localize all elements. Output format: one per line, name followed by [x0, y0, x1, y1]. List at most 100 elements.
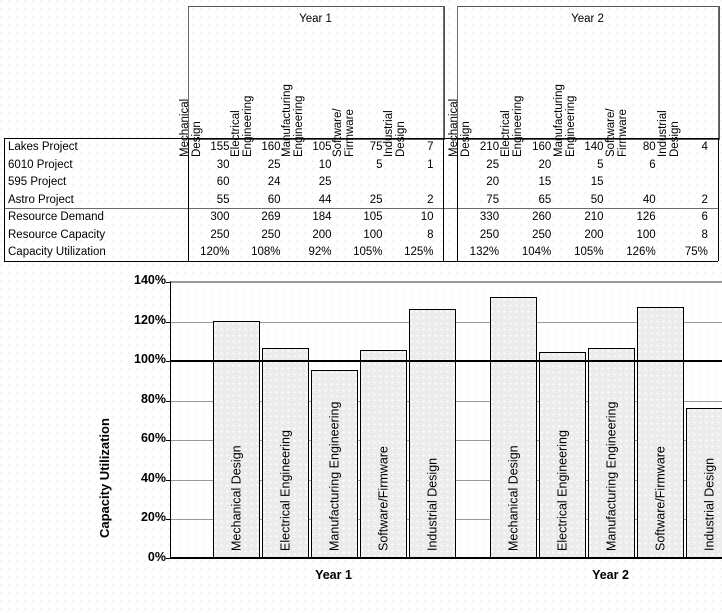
- row-label-project_rows-0: Lakes Project: [8, 141, 78, 153]
- cell-project_rows-2-y2-1: 15: [538, 176, 552, 188]
- cell-project_rows-3-y1-4: 2: [427, 193, 434, 206]
- table-top-border: [4, 138, 718, 139]
- column-group-title-1: Year 1: [299, 13, 332, 25]
- chart-bar-label-5: Industrial Design: [425, 457, 439, 551]
- cell-summary_rows-2-y2-3: 126%: [626, 246, 656, 258]
- row-label-summary_rows-2: Capacity Utilization: [8, 246, 106, 258]
- chart-reference-line-100: [171, 360, 722, 363]
- chart-ytick-mark-40: [166, 479, 171, 481]
- cell-project_rows-1-y1-2: 10: [318, 158, 332, 171]
- chart-bar-label-4: Software/Firmware: [376, 446, 390, 551]
- chart-ytick-mark-120: [166, 321, 171, 323]
- row-label-project_rows-3: Astro Project: [8, 193, 74, 206]
- cell-project_rows-1-y2-1: 20: [538, 158, 552, 171]
- cell-summary_rows-1-y2-0: 250: [479, 228, 500, 241]
- chart-ytick-mark-140: [166, 282, 171, 283]
- cell-project_rows-0-y1-3: 75: [369, 141, 383, 153]
- cell-project_rows-0-y2-3: 80: [642, 141, 656, 153]
- chart-bar-9[interactable]: Software/Firmware: [637, 306, 684, 558]
- cell-summary_rows-2-y2-4: 75%: [684, 246, 708, 258]
- cell-project_rows-0-y1-0: 155: [210, 141, 230, 153]
- resource-capacity-table: Year 1 Year 2 Mechanical Design Electrical En…: [0, 0, 722, 268]
- chart-plot-area: Mechanical Design Electrical Engineering M…: [166, 281, 722, 559]
- chart-bar-label-2: Electrical Engineering: [278, 430, 292, 551]
- chart-bar-label-8: Manufacturing Engineering: [604, 401, 618, 551]
- cell-summary_rows-0-y2-2: 210: [584, 211, 604, 223]
- header-sep-left: [188, 6, 189, 138]
- cell-summary_rows-0-y2-1: 260: [532, 211, 552, 223]
- chart-ytick-label-100: 100%: [134, 352, 166, 367]
- cell-summary_rows-1-y1-1: 250: [261, 228, 281, 241]
- table-mid-border: [4, 208, 718, 209]
- cell-summary_rows-0-y1-0: 300: [210, 211, 230, 223]
- chart-bar-6[interactable]: Mechanical Design: [490, 296, 537, 558]
- chart-ytick-label-80: 80%: [140, 391, 166, 406]
- cell-project_rows-1-y2-3: 6: [649, 158, 656, 171]
- cell-summary_rows-1-y2-1: 250: [532, 228, 552, 241]
- cell-summary_rows-2-y2-1: 104%: [521, 246, 552, 258]
- chart-ytick-label-0: 0%: [147, 550, 166, 564]
- cell-project_rows-3-y2-3: 40: [642, 193, 656, 206]
- chart-bar-7[interactable]: Electrical Engineering: [539, 352, 586, 558]
- chart-bar-1[interactable]: Mechanical Design: [213, 320, 260, 558]
- cell-project_rows-3-y2-4: 2: [701, 193, 708, 206]
- cell-summary_rows-1-y1-0: 250: [210, 228, 230, 241]
- cell-project_rows-1-y1-3: 5: [376, 158, 383, 171]
- header-sep-right: [718, 6, 719, 138]
- row-label-project_rows-1: 6010 Project: [8, 158, 73, 171]
- cell-project_rows-0-y2-4: 4: [701, 141, 708, 153]
- chart-bar-label-7: Electrical Engineering: [555, 430, 569, 551]
- cell-project_rows-2-y2-0: 20: [486, 176, 500, 188]
- chart-ytick-label-20: 20%: [140, 510, 166, 525]
- cell-summary_rows-2-y1-3: 105%: [353, 246, 383, 258]
- cell-project_rows-3-y2-0: 75: [486, 193, 500, 206]
- chart-bar-5[interactable]: Industrial Design: [409, 308, 456, 558]
- table-right-border: [718, 138, 719, 261]
- chart-bar-label-10: Industrial Design: [702, 457, 716, 551]
- cell-project_rows-1-y1-1: 25: [267, 158, 281, 171]
- cell-summary_rows-2-y2-2: 105%: [574, 246, 604, 258]
- chart-bar-label-9: Software/Firmware: [653, 446, 667, 551]
- cell-summary_rows-2-y1-1: 108%: [251, 246, 281, 258]
- table-left-border: [4, 138, 5, 261]
- chart-ytick-label-60: 60%: [140, 431, 166, 446]
- cell-project_rows-3-y1-0: 55: [216, 193, 230, 206]
- chart-gridline-140: [171, 282, 722, 283]
- cell-summary_rows-2-y1-4: 125%: [404, 246, 434, 258]
- cell-summary_rows-0-y2-0: 330: [479, 211, 500, 223]
- cell-summary_rows-2-y1-2: 92%: [308, 246, 332, 258]
- chart-bar-2[interactable]: Electrical Engineering: [262, 348, 309, 558]
- cell-project_rows-1-y2-2: 5: [597, 158, 604, 171]
- chart-bar-label-1: Mechanical Design: [229, 445, 243, 551]
- chart-ytick-label-40: 40%: [140, 470, 166, 485]
- chart-bar-8[interactable]: Manufacturing Engineering: [588, 348, 635, 558]
- cell-summary_rows-1-y1-4: 8: [427, 228, 434, 241]
- cell-project_rows-0-y1-4: 7: [427, 141, 434, 153]
- cell-project_rows-0-y2-0: 210: [479, 141, 500, 153]
- cell-summary_rows-1-y1-2: 200: [312, 228, 332, 241]
- chart-bar-label-3: Manufacturing Engineering: [327, 401, 341, 551]
- cell-summary_rows-0-y2-3: 126: [636, 211, 656, 223]
- cell-project_rows-2-y2-2: 15: [590, 176, 604, 188]
- cell-project_rows-0-y2-2: 140: [584, 141, 604, 153]
- cell-project_rows-3-y1-1: 60: [267, 193, 281, 206]
- column-group-title-2: Year 2: [571, 13, 604, 25]
- capacity-utilization-chart: Capacity Utilization Mechanical Design El…: [0, 268, 722, 613]
- chart-xaxis-group-label-2: Year 2: [592, 568, 629, 582]
- cell-project_rows-3-y2-1: 65: [538, 193, 552, 206]
- cell-project_rows-1-y2-0: 25: [486, 158, 500, 171]
- chart-y-axis-title: Capacity Utilization: [97, 418, 112, 538]
- row-label-summary_rows-1: Resource Capacity: [8, 228, 106, 241]
- cell-summary_rows-0-y1-3: 105: [363, 211, 383, 223]
- chart-xaxis-group-label-1: Year 1: [315, 568, 352, 582]
- cell-project_rows-3-y1-2: 44: [318, 193, 332, 206]
- cell-project_rows-0-y2-1: 160: [532, 141, 552, 153]
- cell-project_rows-0-y1-2: 105: [312, 141, 332, 153]
- cell-summary_rows-1-y1-3: 100: [363, 228, 383, 241]
- chart-ytick-mark-80: [166, 400, 171, 402]
- chart-bar-3[interactable]: Manufacturing Engineering: [311, 370, 358, 558]
- cell-project_rows-2-y1-1: 24: [267, 176, 281, 188]
- chart-bar-10[interactable]: Industrial Design: [686, 407, 722, 558]
- chart-bar-4[interactable]: Software/Firmware: [360, 350, 407, 558]
- cell-project_rows-1-y1-0: 30: [216, 158, 230, 171]
